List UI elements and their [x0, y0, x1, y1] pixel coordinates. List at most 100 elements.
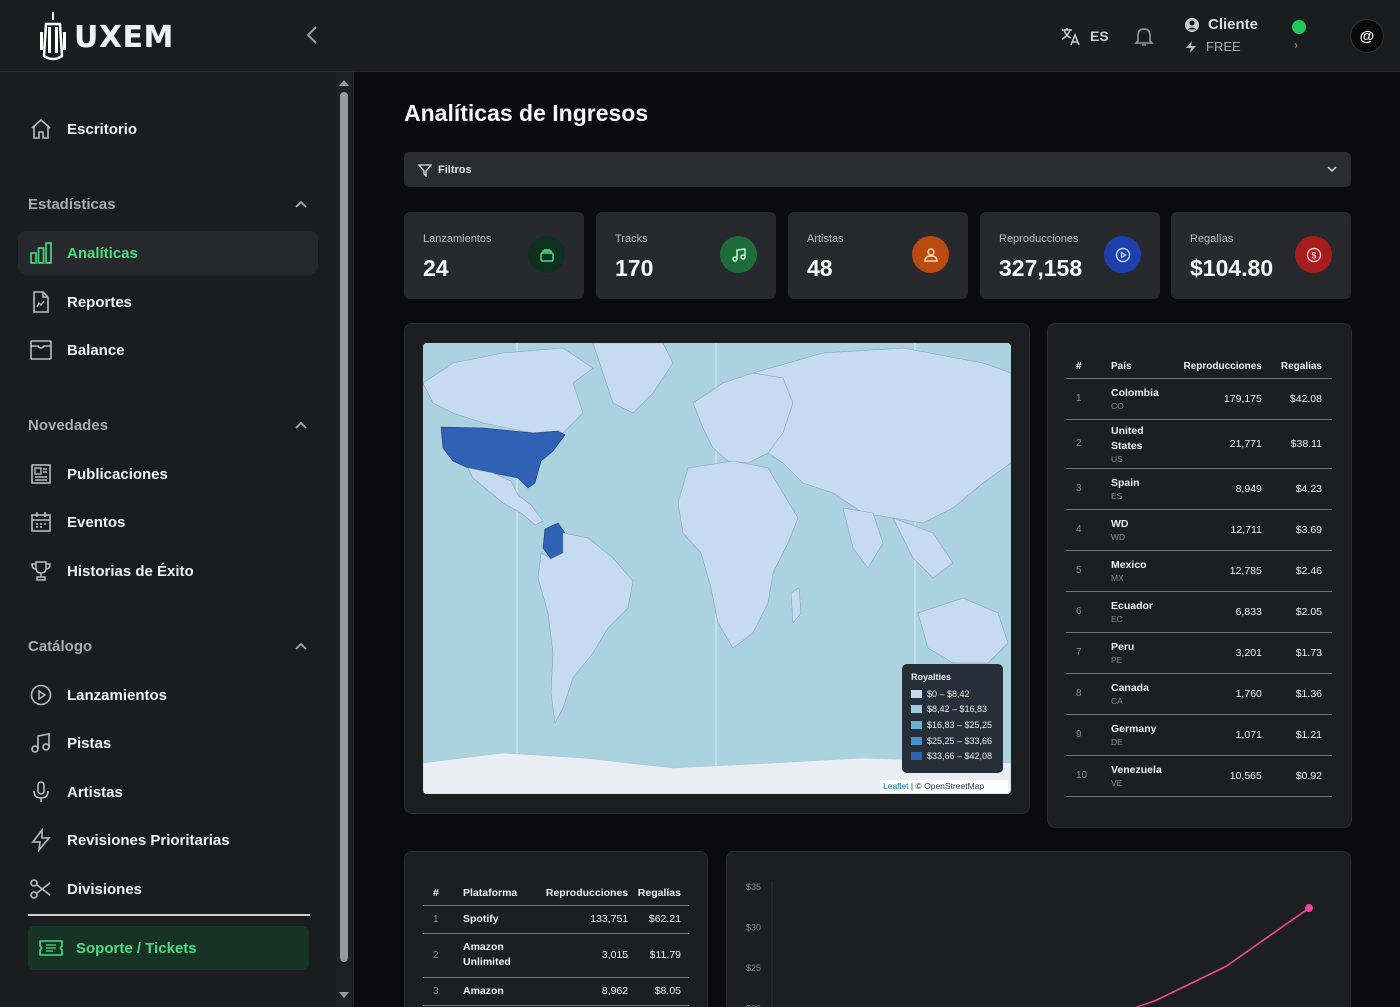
- lightning-icon: [1186, 40, 1196, 53]
- lightning-icon: [28, 827, 54, 853]
- leaflet-link[interactable]: Leaflet: [883, 781, 909, 791]
- collapse-sidebar-icon[interactable]: [302, 24, 324, 46]
- table-row: 3 Spain ES 8,949 $4.23: [1066, 468, 1332, 510]
- country-table: # País Reproducciones Regalías 1 Colombia…: [1066, 356, 1332, 797]
- chevron-right-icon[interactable]: ›: [1294, 38, 1298, 52]
- chevron-up-icon[interactable]: [294, 641, 308, 651]
- sidebar-scroll-thumb[interactable]: [340, 92, 348, 962]
- sidebar-item-lanzamientos[interactable]: Lanzamientos: [18, 673, 318, 717]
- row-index: 7: [1066, 632, 1106, 674]
- country-name: Germany: [1111, 723, 1157, 735]
- plays-cell: 10,565: [1168, 755, 1272, 797]
- stat-value: 24: [423, 255, 449, 281]
- legend-range: $8,42 – $16,83: [927, 704, 988, 715]
- table-row: 6 Ecuador EC 6,833 $2.05: [1066, 591, 1332, 633]
- plays-cell: 8,949: [1168, 468, 1272, 510]
- country-cell: United States US: [1106, 419, 1168, 469]
- user-menu[interactable]: Cliente FREE: [1184, 16, 1258, 54]
- country-name: Peru: [1111, 641, 1135, 653]
- sidebar-item-reportes[interactable]: Reportes: [18, 280, 318, 324]
- table-row: 9 Germany DE 1,071 $1.21: [1066, 714, 1332, 756]
- stat-card-reproducciones: Reproducciones 327,158: [980, 212, 1160, 299]
- legend-row: $33,66 – $42,08: [911, 748, 1003, 764]
- plays-cell: 3,201: [1168, 632, 1272, 674]
- table-row: 8 Canada CA 1,760 $1.36: [1066, 673, 1332, 715]
- legend-title: Royalties: [911, 672, 952, 682]
- table-row: 10 Venezuela VE 10,565 $0.92: [1066, 755, 1332, 797]
- bell-icon[interactable]: [1132, 24, 1156, 48]
- row-index: 1: [423, 905, 463, 934]
- stat-card-lanzamientos: Lanzamientos 24: [404, 212, 584, 299]
- support-tickets-button[interactable]: Soporte / Tickets: [28, 926, 309, 970]
- user-name: Cliente: [1208, 16, 1259, 33]
- osm-attribution[interactable]: | © OpenStreetMap: [911, 781, 984, 791]
- legend-swatch: [911, 752, 922, 761]
- stat-label: Lanzamientos: [423, 233, 492, 245]
- country-code: VE: [1111, 778, 1123, 788]
- table-header-row: # Plataforma Reproducciones Regalías: [423, 881, 689, 906]
- legend-row: $16,83 – $25,25: [911, 717, 1003, 733]
- filters-accordion[interactable]: Filtros: [404, 152, 1351, 187]
- sidebar-item-analiticas[interactable]: Analíticas: [18, 231, 318, 275]
- platform-table: # Plataforma Reproducciones Regalías 1 Sp…: [423, 881, 689, 1006]
- section-catalogo[interactable]: Catálogo: [28, 634, 308, 658]
- data-point[interactable]: [1305, 904, 1313, 913]
- series-line: [1134, 907, 1310, 1007]
- row-index: 4: [1066, 509, 1106, 551]
- country-name: Ecuador: [1111, 600, 1154, 612]
- royalties-line-chart: $35 $30 $25 $20: [746, 881, 1313, 1007]
- sidebar-item-label: Artistas: [67, 783, 123, 801]
- user-plan: FREE: [1206, 39, 1241, 54]
- country-name: Mexico: [1111, 559, 1147, 571]
- section-novedades[interactable]: Novedades: [28, 413, 308, 437]
- scroll-down-icon[interactable]: [336, 988, 352, 1002]
- country-cell: Ecuador EC: [1106, 591, 1168, 633]
- music-note-icon: [28, 730, 54, 756]
- plays-cell: 179,175: [1168, 378, 1272, 420]
- sidebar-item-escritorio[interactable]: Escritorio: [18, 107, 318, 151]
- country-cell: WD WD: [1106, 509, 1168, 551]
- col-index: #: [423, 881, 463, 906]
- chevron-up-icon[interactable]: [294, 199, 308, 209]
- country-code: CO: [1111, 401, 1124, 411]
- sidebar-item-artistas[interactable]: Artistas: [18, 770, 318, 814]
- sidebar-item-revisiones[interactable]: Revisiones Prioritarias: [18, 818, 318, 862]
- stat-card-regalias: Regalías $104.80 $: [1171, 212, 1351, 299]
- section-title: Novedades: [28, 416, 109, 434]
- country-name: Colombia: [1111, 387, 1159, 399]
- page-title: Analíticas de Ingresos: [404, 100, 649, 126]
- sidebar-item-balance[interactable]: Balance: [18, 328, 318, 372]
- sidebar-item-historias[interactable]: Historias de Éxito: [18, 549, 318, 593]
- sidebar-item-publicaciones[interactable]: Publicaciones: [18, 452, 318, 496]
- filters-label: Filtros: [438, 163, 472, 176]
- chevron-down-icon[interactable]: [1325, 162, 1339, 176]
- scroll-up-icon[interactable]: [336, 76, 352, 90]
- country-cell: Canada CA: [1106, 673, 1168, 715]
- country-code: DE: [1111, 737, 1123, 747]
- plays-cell: 6,833: [1168, 591, 1272, 633]
- section-estadisticas[interactable]: Estadísticas: [28, 192, 308, 216]
- sidebar-nav: Escritorio Estadísticas Analíticas Repor…: [0, 72, 336, 1007]
- sidebar-item-divisiones[interactable]: Divisiones: [18, 867, 318, 911]
- home-icon: [28, 116, 54, 142]
- legend-swatch: [911, 720, 922, 729]
- legend-range: $0 – $8,42: [927, 688, 970, 699]
- platform-name: Spotify: [463, 905, 543, 934]
- sidebar-item-label: Eventos: [67, 513, 126, 531]
- scissors-icon: [28, 876, 54, 902]
- stat-label: Reproducciones: [999, 233, 1079, 245]
- country-cell: Mexico MX: [1106, 550, 1168, 592]
- language-selector[interactable]: ES: [1060, 26, 1109, 46]
- table-row: 2 Amazon Unlimited 3,015 $11.79: [423, 933, 689, 978]
- microphone-icon: [28, 779, 54, 805]
- translate-icon: [1061, 28, 1080, 46]
- chevron-up-icon[interactable]: [294, 420, 308, 430]
- platform-name: Amazon: [463, 977, 543, 1006]
- sidebar-item-pistas[interactable]: Pistas: [18, 721, 318, 765]
- sidebar-item-eventos[interactable]: Eventos: [18, 500, 318, 544]
- sidebar-item-label: Analíticas: [67, 244, 138, 262]
- stat-card-artistas: Artistas 48: [788, 212, 968, 299]
- stat-card-tracks: Tracks 170: [596, 212, 776, 299]
- brand-logo[interactable]: UXEM: [38, 10, 174, 64]
- avatar[interactable]: @: [1350, 19, 1384, 53]
